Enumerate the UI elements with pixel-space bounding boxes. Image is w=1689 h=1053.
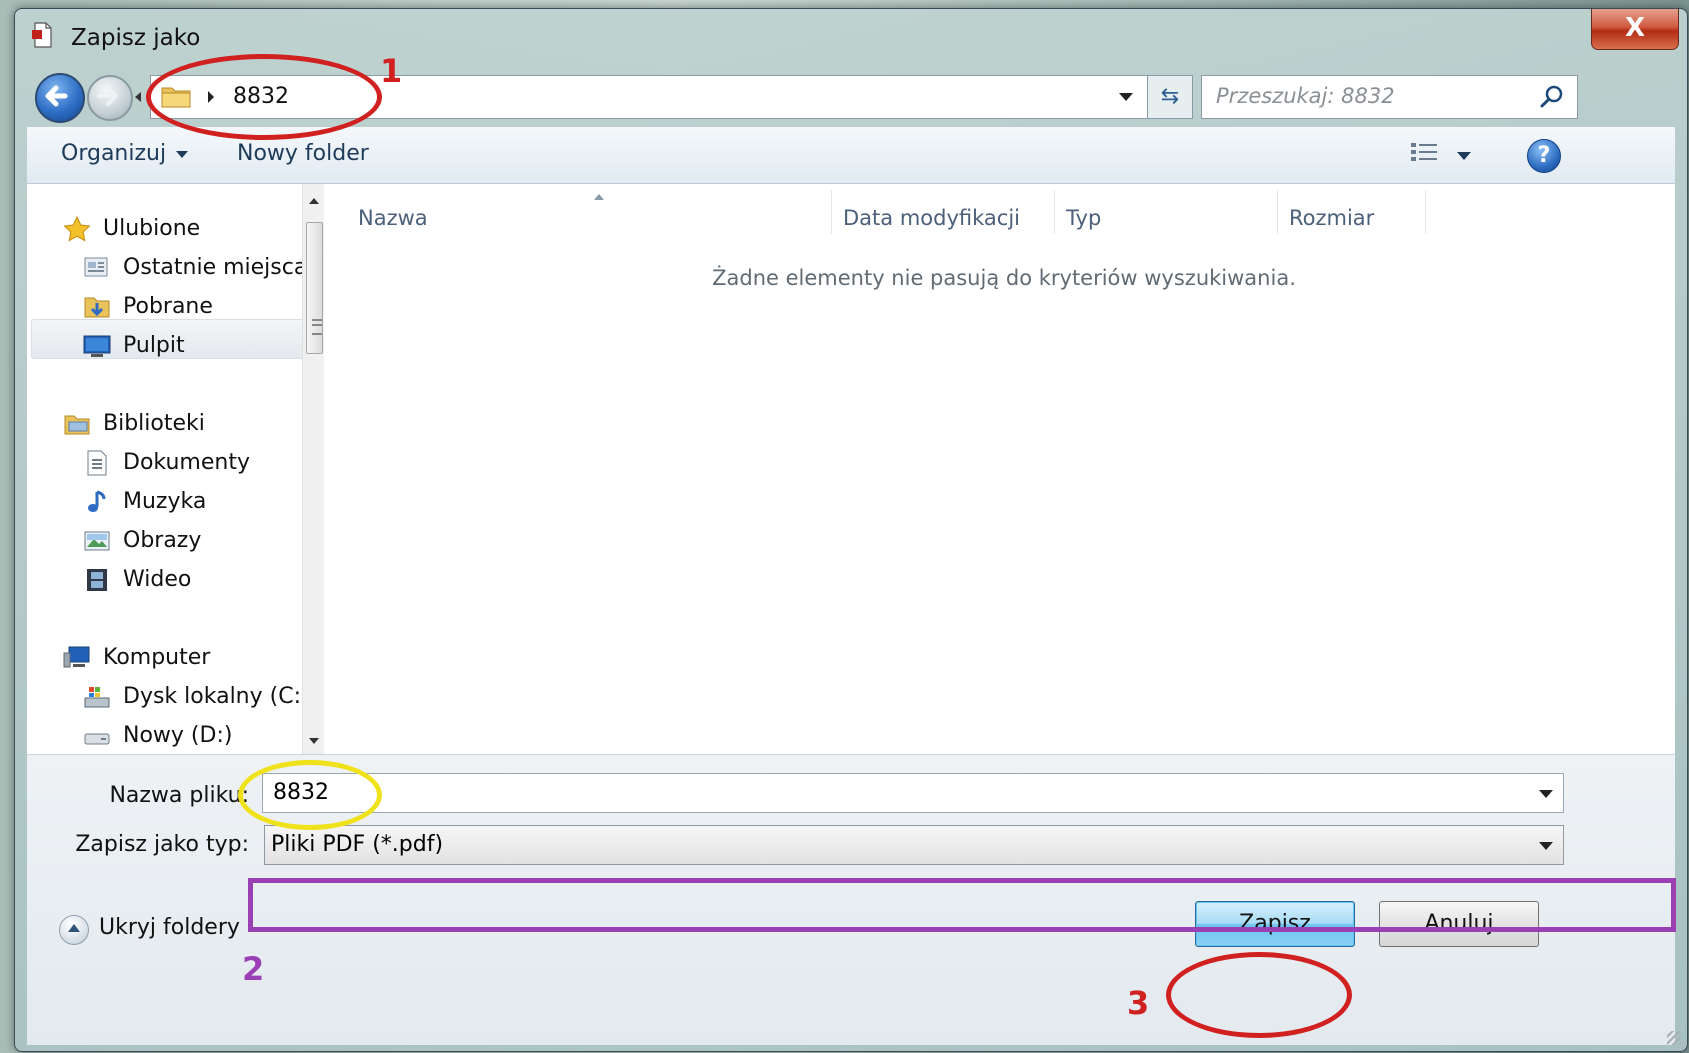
local-disk-icon [84,687,110,708]
address-bar[interactable]: 8832 [150,75,1148,119]
back-button[interactable] [35,73,85,123]
forward-button[interactable] [87,75,133,121]
column-header-name[interactable]: Nazwa [358,206,428,230]
column-header-size[interactable]: Rozmiar [1289,206,1374,230]
filetype-value: Pliki PDF (*.pdf) [271,832,444,857]
sort-ascending-icon [594,194,604,200]
scroll-up-icon[interactable] [309,198,319,204]
annotation-number-3: 3 [1127,984,1150,1022]
column-divider[interactable] [831,190,832,234]
filetype-label: Zapisz jako typ: [75,832,249,857]
sidebar-item-label: Pulpit [123,333,185,358]
sidebar-item-label: Obrazy [123,528,202,553]
scroll-down-icon[interactable] [309,738,319,744]
refresh-icon: ⇆ [1160,84,1180,109]
sidebar-item-label: Wideo [123,567,192,592]
recent-places-icon [84,257,108,277]
sidebar-item-label: Nowy (D:) [123,723,233,748]
close-button[interactable]: X [1591,9,1679,50]
collapse-up-icon [59,915,89,945]
pdf-app-icon [32,22,52,48]
downloads-icon [84,297,110,318]
filetype-select[interactable]: Pliki PDF (*.pdf) [264,825,1564,865]
close-icon: X [1624,13,1646,43]
view-options-icon[interactable] [1410,141,1440,167]
nav-group-label: Biblioteki [103,411,205,436]
search-icon[interactable] [1539,84,1565,110]
desktop-icon [83,335,111,357]
address-history-dropdown[interactable] [1119,93,1133,101]
drive-icon [84,733,110,745]
navigation-pane: Ulubione Ostatnie miejsca Pobrane Pulpit… [27,184,324,754]
column-header-type[interactable]: Typ [1066,206,1101,230]
filename-dropdown-icon[interactable] [1539,790,1553,798]
search-input[interactable]: Przeszukaj: 8832 [1216,84,1395,108]
breadcrumb-current-folder[interactable]: 8832 [233,84,289,109]
hide-folders-label: Ukryj foldery [99,915,240,940]
star-icon [63,216,91,242]
sidebar-item-label: Dysk lokalny (C:) [123,684,310,709]
command-toolbar: Organizuj Nowy folder ? [27,127,1675,184]
sidebar-item-label: Dokumenty [123,450,250,475]
music-icon [88,490,106,512]
annotation-number-1: 1 [380,52,403,90]
scrollbar-thumb[interactable] [306,222,323,354]
folder-icon [161,87,191,108]
empty-folder-message: Żadne elementy nie pasują do kryteriów w… [712,266,1296,290]
filename-value[interactable]: 8832 [273,780,329,805]
file-list[interactable]: Nazwa Data modyfikacji Typ Rozmiar Żadne… [324,184,1675,754]
window-title: Zapisz jako [71,25,201,51]
resize-grip-icon[interactable] [1667,1031,1681,1045]
title-bar: Zapisz jako X [15,9,1687,69]
annotation-number-2: 2 [242,950,265,988]
help-icon[interactable]: ? [1527,139,1561,173]
new-folder-button[interactable]: Nowy folder [237,141,369,166]
arrow-left-icon [45,85,68,107]
sidebar-item-label: Ostatnie miejsca [123,255,308,280]
search-box[interactable]: Przeszukaj: 8832 [1201,75,1578,119]
grip-icon [312,319,322,335]
video-icon [87,569,107,591]
pictures-icon [84,531,110,551]
column-header-date-modified[interactable]: Data modyfikacji [843,206,1020,230]
organize-label: Organizuj [61,141,167,166]
documents-icon [87,450,107,476]
recent-pages-dropdown[interactable] [135,92,141,102]
annotation-box-filetype [248,878,1676,932]
view-dropdown-button[interactable] [1457,152,1471,160]
computer-icon [63,646,90,668]
libraries-icon [64,415,90,435]
filename-label: Nazwa pliku: [109,783,249,808]
sidebar-item-label: Pobrane [123,294,213,319]
arrow-right-icon [97,86,118,106]
refresh-button[interactable]: ⇆ [1147,75,1193,119]
chevron-down-icon[interactable] [1539,842,1553,850]
nav-group-label: Ulubione [103,216,201,241]
breadcrumb-separator-icon[interactable] [208,91,214,103]
filename-input[interactable]: 8832 [262,773,1564,813]
nav-group-label: Komputer [103,645,211,670]
sidebar-item-label: Muzyka [123,489,207,514]
column-divider[interactable] [1054,190,1055,234]
organize-menu-button[interactable]: Organizuj [61,141,189,166]
column-divider[interactable] [1277,190,1278,234]
chevron-down-icon [176,150,189,158]
navigation-scrollbar[interactable] [302,184,325,754]
column-divider[interactable] [1425,190,1426,234]
